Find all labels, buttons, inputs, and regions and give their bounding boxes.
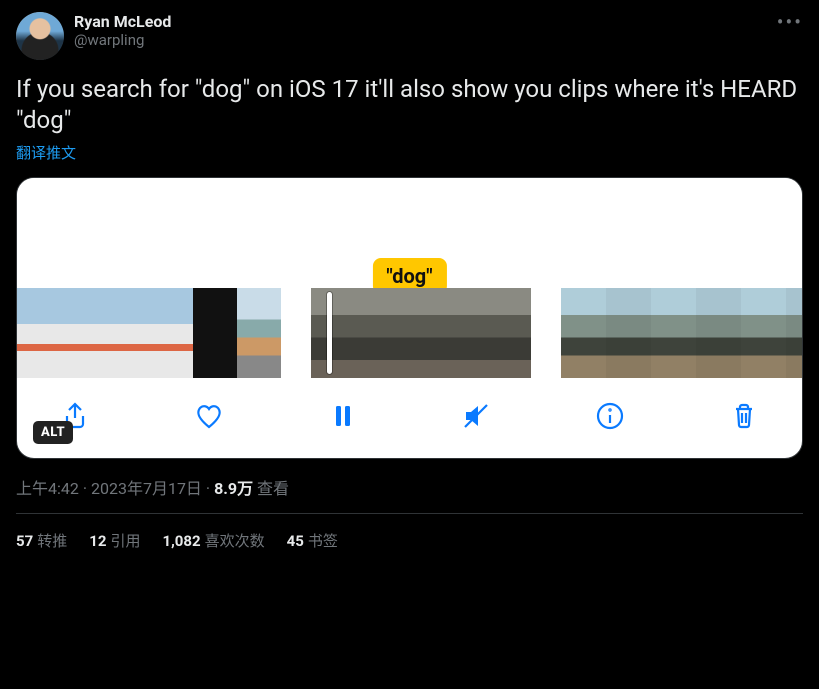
clip-thumb [561, 288, 606, 378]
avatar-image [16, 12, 64, 60]
retweets-stat[interactable]: 57转推 [16, 530, 67, 551]
clip-group [561, 288, 803, 378]
tweet-date[interactable]: 2023年7月17日 [91, 479, 202, 498]
tweet-container: Ryan McLeod @warpling ••• If you search … [0, 0, 819, 563]
quotes-stat[interactable]: 12引用 [89, 530, 140, 551]
avatar[interactable] [16, 12, 64, 60]
heart-icon [193, 400, 225, 432]
author-block[interactable]: Ryan McLeod @warpling [74, 12, 171, 49]
delete-button[interactable] [726, 398, 762, 434]
tweet-header: Ryan McLeod @warpling [16, 12, 803, 60]
clip-thumb [237, 288, 281, 378]
clip-thumb [105, 288, 149, 378]
clip-thumb [786, 288, 803, 378]
views-label: 查看 [257, 479, 289, 498]
media-upper: "dog" [17, 178, 802, 288]
favorite-button[interactable] [191, 398, 227, 434]
playhead-indicator[interactable] [327, 292, 332, 374]
clip-thumb [476, 288, 531, 378]
media-toolbar [17, 378, 802, 438]
translate-link[interactable]: 翻译推文 [16, 142, 803, 163]
clip-group [17, 288, 281, 378]
clip-thumb [193, 288, 237, 378]
author-handle: @warpling [74, 31, 171, 49]
clip-thumb [17, 288, 61, 378]
trash-icon [728, 400, 760, 432]
info-button[interactable] [592, 398, 628, 434]
clip-thumb [606, 288, 651, 378]
more-options-button[interactable]: ••• [777, 10, 803, 34]
clip-thumb [651, 288, 696, 378]
bookmarks-stat[interactable]: 45书签 [287, 530, 338, 551]
clip-thumb [741, 288, 786, 378]
info-icon [594, 400, 626, 432]
bookmarks-count: 45 [287, 532, 304, 550]
clip-thumb [149, 288, 193, 378]
alt-badge[interactable]: ALT [33, 421, 73, 444]
clip-group-active [311, 288, 531, 378]
speaker-muted-icon [460, 400, 492, 432]
retweets-label: 转推 [37, 532, 67, 550]
tweet-stats: 57转推 12引用 1,082 喜欢次数 45书签 [16, 514, 803, 551]
clip-thumb [366, 288, 421, 378]
pause-button[interactable] [325, 398, 361, 434]
quotes-label: 引用 [110, 532, 140, 550]
likes-count: 1,082 [162, 532, 200, 550]
video-timeline[interactable] [17, 288, 802, 378]
retweets-count: 57 [16, 532, 33, 550]
author-display-name: Ryan McLeod [74, 12, 171, 31]
tweet-time[interactable]: 上午4:42 [16, 479, 79, 498]
bookmarks-label: 书签 [308, 532, 338, 550]
clip-thumb [421, 288, 476, 378]
views-count: 8.9万 [214, 479, 253, 498]
likes-stat[interactable]: 1,082 喜欢次数 [162, 530, 264, 551]
pause-icon [327, 400, 359, 432]
likes-label: 喜欢次数 [205, 532, 265, 550]
media-attachment[interactable]: "dog" [16, 177, 803, 459]
clip-thumb [311, 288, 366, 378]
quotes-count: 12 [89, 532, 106, 550]
mute-button[interactable] [458, 398, 494, 434]
clip-thumb [61, 288, 105, 378]
tweet-text: If you search for "dog" on iOS 17 it'll … [16, 74, 803, 136]
tweet-meta: 上午4:42 · 2023年7月17日 · 8.9万 查看 [16, 475, 803, 499]
clip-thumb [696, 288, 741, 378]
